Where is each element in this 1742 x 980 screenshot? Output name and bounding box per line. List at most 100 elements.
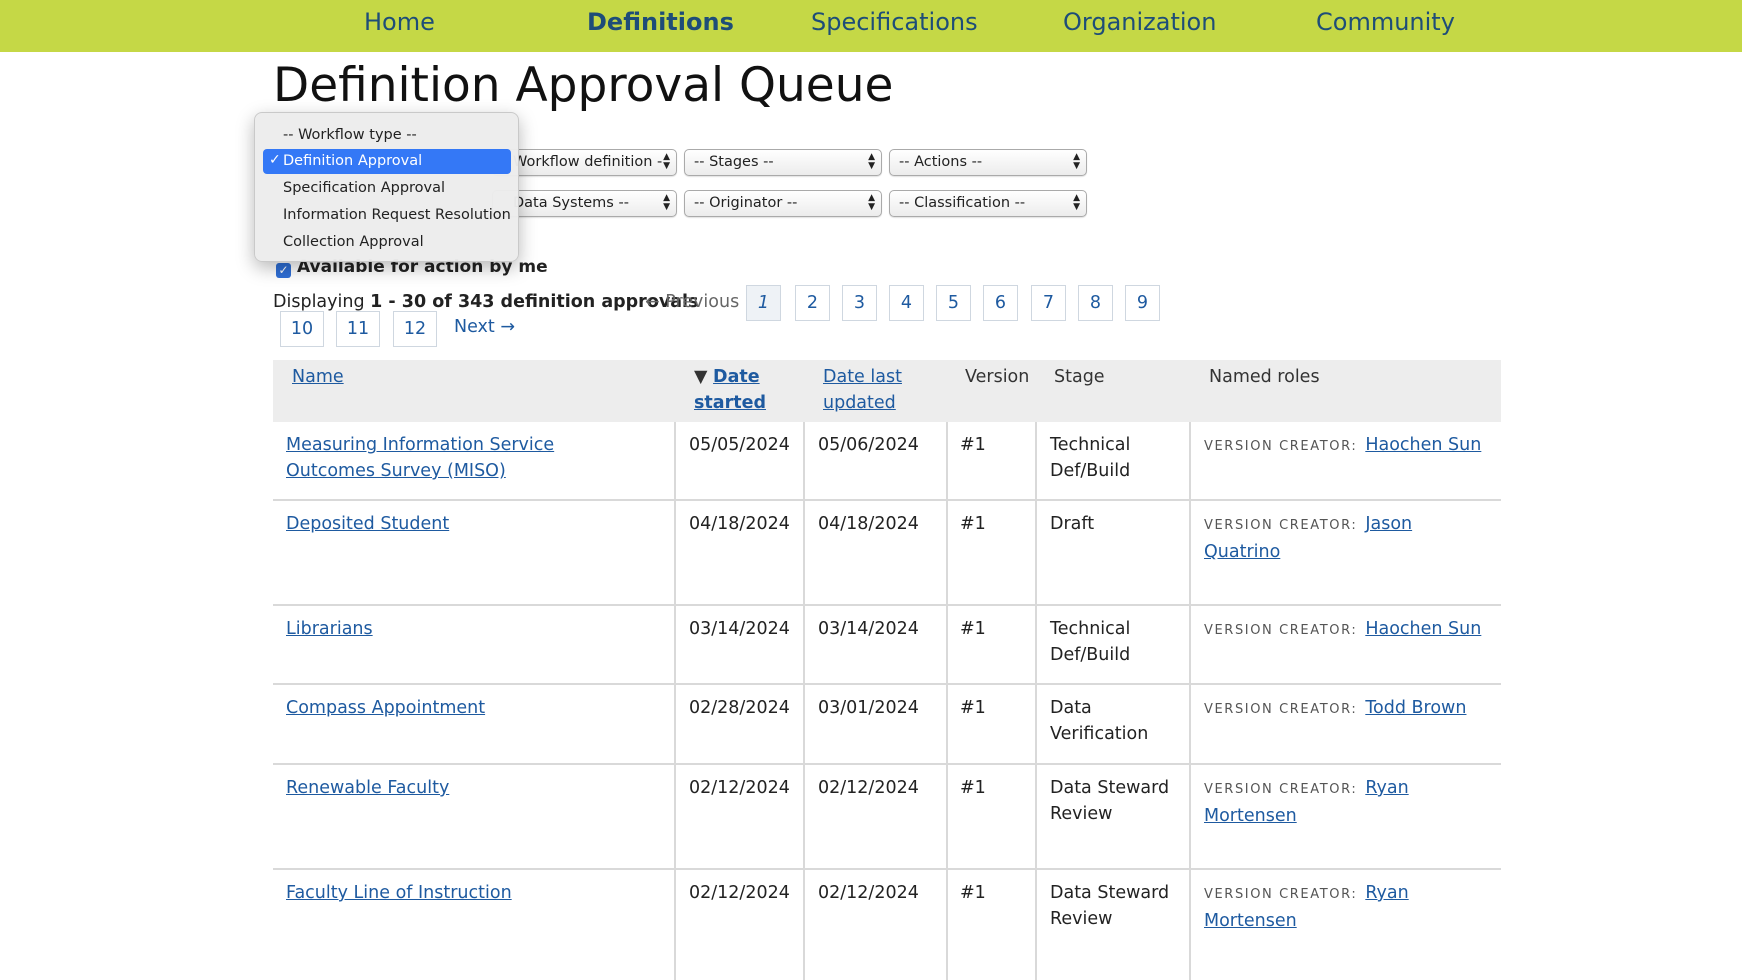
data-systems-select[interactable]: Data Systems -- ▲ ▼ [492,190,677,217]
nav-community[interactable]: Community [1316,8,1455,36]
nav-home[interactable]: Home [364,8,435,36]
classification-select[interactable]: -- Classification -- ▲ ▼ [889,190,1087,217]
column-header-date-updated: Date last updated [823,364,933,416]
page-link-10[interactable]: 10 [280,311,324,347]
workflow-definition-select[interactable]: Workflow definition - ▲ ▼ [492,149,677,176]
definition-link[interactable]: Deposited Student [286,514,449,534]
column-divider [674,870,676,980]
option-label: -- Workflow type -- [283,127,417,143]
previous-page-link: ← Previous [645,292,740,312]
nav-definitions[interactable]: Definitions [587,8,734,36]
page-link-7[interactable]: 7 [1031,285,1066,321]
column-divider [946,501,948,606]
column-divider [1035,870,1037,980]
workflow-type-option-specification-approval[interactable]: Specification Approval [263,176,511,201]
column-header-version: Version [965,367,1030,387]
workflow-type-option-information-request[interactable]: Information Request Resolution [263,203,511,228]
select-arrows-icon: ▲ ▼ [868,193,875,212]
row-named-roles: VERSION CREATOR: Haochen Sun [1204,432,1494,460]
nav-specifications[interactable]: Specifications [811,8,978,36]
originator-select[interactable]: -- Originator -- ▲ ▼ [684,190,882,217]
page-link-3[interactable]: 3 [842,285,877,321]
column-divider [1189,422,1191,501]
definition-link[interactable]: Renewable Faculty [286,778,449,798]
column-divider [1189,501,1191,606]
column-divider [946,606,948,685]
role-label: VERSION CREATOR: [1204,782,1358,797]
row-stage: Draft [1050,514,1095,534]
option-label: Specification Approval [283,180,446,196]
data-systems-select-value: Data Systems -- [513,195,629,211]
row-stage: Technical Def/Build [1050,619,1131,665]
column-divider [1189,685,1191,765]
page-link-5[interactable]: 5 [936,285,971,321]
workflow-type-dropdown: -- Workflow type -- ✓ Definition Approva… [254,112,519,262]
workflow-type-option-placeholder[interactable]: -- Workflow type -- [263,123,511,148]
option-label: Collection Approval [283,234,424,250]
definition-link[interactable]: Librarians [286,619,373,639]
row-date-updated: 05/06/2024 [818,435,919,455]
column-divider [803,606,805,685]
stages-select[interactable]: -- Stages -- ▲ ▼ [684,149,882,176]
checkbox-checked-icon[interactable]: ✓ [276,263,291,278]
sort-by-name-link[interactable]: Name [292,367,344,387]
table-row: Compass Appointment 02/28/2024 03/01/202… [273,685,1501,765]
sort-by-date-updated-link[interactable]: Date last updated [823,367,902,413]
row-version: #1 [960,435,986,455]
row-named-roles: VERSION CREATOR: Jason Quatrino [1204,511,1444,565]
row-date-started: 05/05/2024 [689,435,790,455]
nav-organization[interactable]: Organization [1063,8,1216,36]
column-divider [1035,422,1037,501]
row-date-updated: 03/14/2024 [818,619,919,639]
select-arrows-icon: ▲ ▼ [663,193,670,212]
row-stage: Data Steward Review [1050,883,1170,929]
row-name-cell: Compass Appointment [286,695,616,721]
workflow-definition-select-value: Workflow definition - [513,154,663,170]
creator-link[interactable]: Todd Brown [1365,698,1466,718]
table-row: Faculty Line of Instruction 02/12/2024 0… [273,870,1501,980]
table-header: Name ▼ Date started Date last updated Ve… [273,360,1501,422]
table-row: Measuring Information Service Outcomes S… [273,422,1501,501]
role-label: VERSION CREATOR: [1204,439,1358,454]
page-link-4[interactable]: 4 [889,285,924,321]
row-date-started: 02/28/2024 [689,698,790,718]
option-label: Definition Approval [283,153,423,169]
row-date-updated: 04/18/2024 [818,514,919,534]
next-page-link[interactable]: Next → [454,317,515,337]
column-header-named-roles: Named roles [1209,367,1320,387]
column-divider [803,765,805,870]
row-named-roles: VERSION CREATOR: Haochen Sun [1204,616,1494,644]
creator-link[interactable]: Haochen Sun [1365,435,1481,455]
stages-select-value: -- Stages -- [694,154,774,170]
classification-select-value: -- Classification -- [899,195,1026,211]
page-link-9[interactable]: 9 [1125,285,1160,321]
workflow-type-option-definition-approval[interactable]: ✓ Definition Approval [263,149,511,174]
row-name-cell: Librarians [286,616,616,642]
table-row: Renewable Faculty 02/12/2024 02/12/2024 … [273,765,1501,870]
row-stage: Data Steward Review [1050,778,1170,824]
column-header-date-started: ▼ Date started [694,364,804,416]
page-link-2[interactable]: 2 [795,285,830,321]
column-divider [674,501,676,606]
row-name-cell: Renewable Faculty [286,775,616,801]
column-divider [1035,685,1037,765]
page-link-1[interactable]: 1 [746,285,781,321]
page-link-11[interactable]: 11 [336,311,380,347]
sort-descending-icon: ▼ [694,367,708,387]
definition-link[interactable]: Measuring Information Service Outcomes S… [286,435,554,481]
creator-link[interactable]: Haochen Sun [1365,619,1481,639]
page-link-12[interactable]: 12 [393,311,437,347]
actions-select-value: -- Actions -- [899,154,983,170]
page-link-6[interactable]: 6 [983,285,1018,321]
page-link-8[interactable]: 8 [1078,285,1113,321]
role-label: VERSION CREATOR: [1204,702,1358,717]
row-date-updated: 02/12/2024 [818,778,919,798]
definition-link[interactable]: Compass Appointment [286,698,485,718]
row-named-roles: VERSION CREATOR: Ryan Mortensen [1204,880,1444,934]
column-divider [1189,765,1191,870]
workflow-type-option-collection-approval[interactable]: Collection Approval [263,230,511,255]
column-divider [1189,870,1191,980]
row-stage: Data Verification [1050,698,1149,744]
actions-select[interactable]: -- Actions -- ▲ ▼ [889,149,1087,176]
definition-link[interactable]: Faculty Line of Instruction [286,883,512,903]
